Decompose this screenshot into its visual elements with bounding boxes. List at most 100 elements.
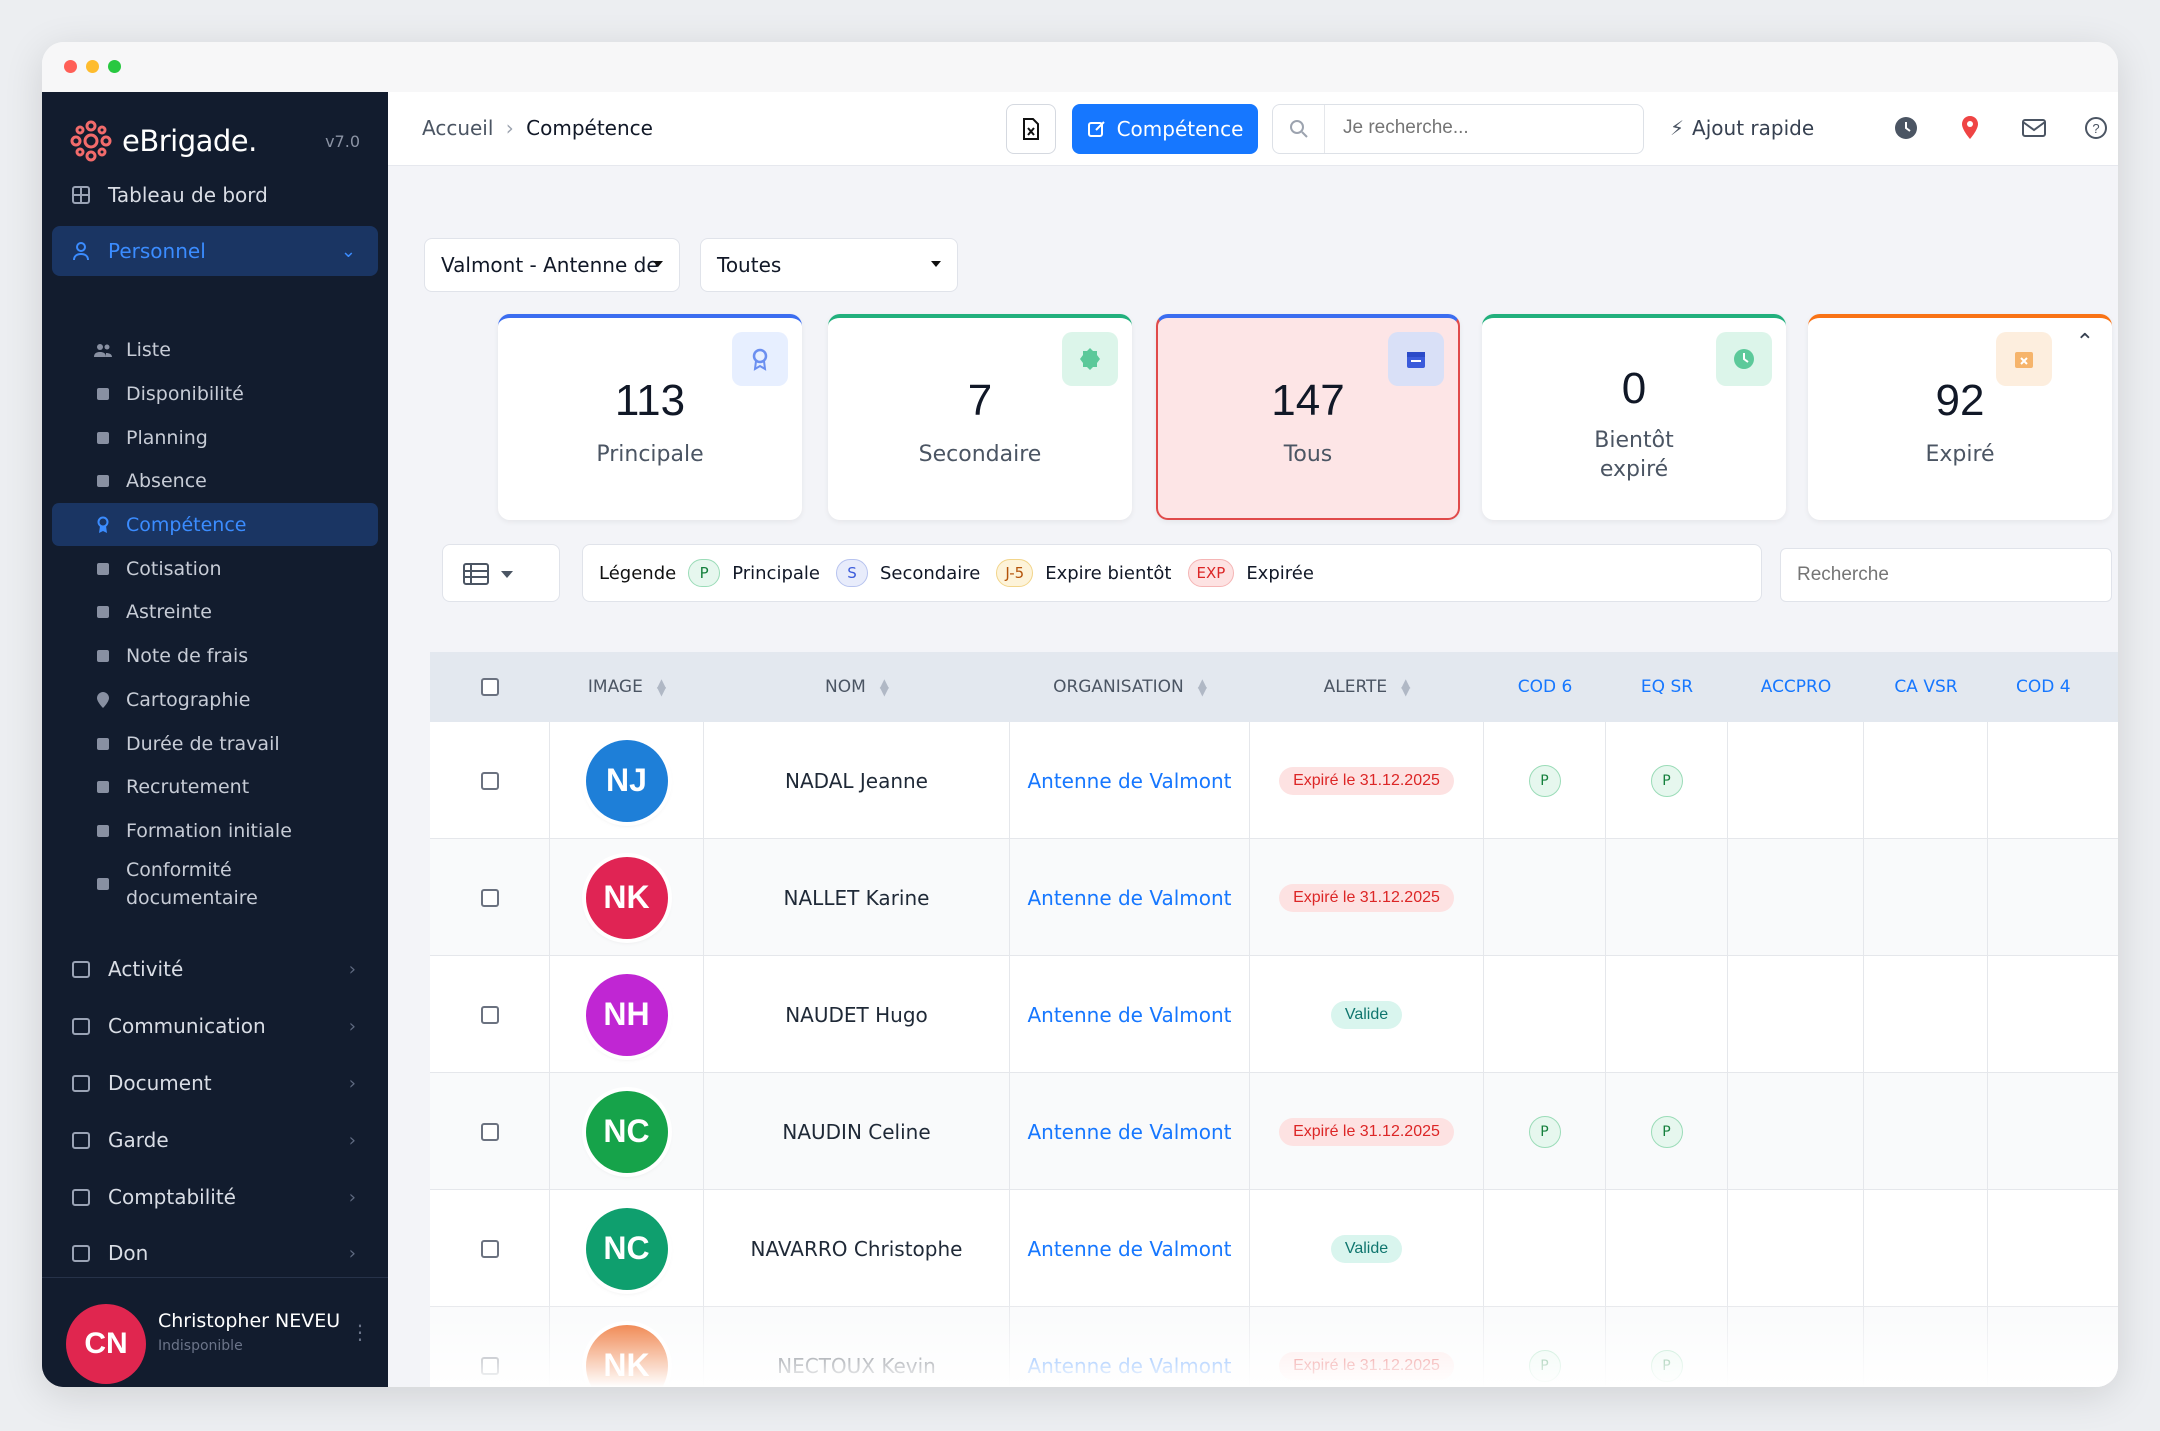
stat-card-expire[interactable]: ⌃ 92 Expiré	[1808, 314, 2112, 520]
person-name[interactable]: NAVARRO Christophe	[751, 1237, 963, 1261]
column-header-cavsr[interactable]: CA VSR	[1864, 652, 1988, 722]
table-row[interactable]: NJ NADAL Jeanne Antenne de Valmont Expiré l…	[430, 722, 2118, 839]
sidebar-subitem-durée-de-travail[interactable]: Durée de travail	[52, 722, 378, 765]
cod6-cell: P	[1484, 1073, 1606, 1190]
nav-communication[interactable]: Communication ›	[52, 1001, 378, 1051]
column-header-eqsr[interactable]: EQ SR	[1606, 652, 1728, 722]
user-profile[interactable]: CN Christopher NEVEU Indisponible ⋮	[42, 1277, 388, 1387]
organisation-select[interactable]: Valmont - Antenne de	[424, 238, 680, 292]
avatar[interactable]: NK	[585, 856, 668, 939]
sidebar-subitem-disponibilité[interactable]: Disponibilité	[52, 372, 378, 415]
stat-card-tous[interactable]: 147 Tous	[1156, 314, 1460, 520]
collapse-up-icon[interactable]: ⌃	[2076, 330, 2094, 355]
column-header-accpro[interactable]: ACCPRO	[1728, 652, 1864, 722]
organisation-link[interactable]: Antenne de Valmont	[1027, 886, 1231, 910]
mail-icon[interactable]	[2020, 114, 2048, 142]
eqsr-cell	[1606, 839, 1728, 956]
column-header-cod6[interactable]: COD 6	[1484, 652, 1606, 722]
sidebar-subitem-label: Compétence	[126, 513, 247, 536]
cod4-cell	[1988, 1190, 2118, 1307]
brand-logo[interactable]: eBrigade.	[70, 120, 257, 162]
view-toggle-button[interactable]	[442, 544, 560, 602]
more-vertical-icon[interactable]: ⋮	[350, 1320, 370, 1344]
stat-card-bientot-expire[interactable]: 0 Bientôt expiré	[1482, 314, 1786, 520]
table-search-input[interactable]	[1780, 548, 2112, 602]
row-checkbox[interactable]	[480, 1122, 499, 1141]
organisation-link[interactable]: Antenne de Valmont	[1027, 1003, 1231, 1027]
stat-label: Principale	[596, 442, 704, 467]
sidebar-subitem-cartographie[interactable]: Cartographie	[52, 678, 378, 721]
nav-activité[interactable]: Activité ›	[52, 944, 378, 994]
column-header-cod4[interactable]: COD 4	[1988, 652, 2118, 722]
help-icon[interactable]: ?	[2082, 114, 2110, 142]
principale-badge[interactable]: P	[1650, 764, 1683, 797]
row-checkbox[interactable]	[480, 888, 499, 907]
person-name[interactable]: NAUDET Hugo	[785, 1003, 928, 1027]
stat-card-principale[interactable]: 113 Principale	[498, 314, 802, 520]
close-window-button[interactable]	[64, 60, 77, 73]
row-checkbox[interactable]	[480, 771, 499, 790]
sidebar-subitem-astreinte[interactable]: Astreinte	[52, 590, 378, 633]
competence-button[interactable]: Compétence	[1072, 104, 1258, 154]
avatar[interactable]: NC	[585, 1207, 668, 1290]
table-row[interactable]: NK NALLET Karine Antenne de Valmont Expiré …	[430, 839, 2118, 956]
row-checkbox[interactable]	[480, 1005, 499, 1024]
person-name[interactable]: NALLET Karine	[784, 886, 930, 910]
sidebar-subitem-recrutement[interactable]: Recrutement	[52, 765, 378, 808]
nav-label: Comptabilité	[108, 1185, 236, 1209]
sidebar-subitem-absence[interactable]: Absence	[52, 459, 378, 502]
nav-tableau-de-bord[interactable]: Tableau de bord	[52, 170, 378, 220]
alert-badge: Expiré le 31.12.2025	[1279, 883, 1454, 912]
map-pin-icon[interactable]	[1956, 114, 1984, 142]
table-row[interactable]: NC NAUDIN Celine Antenne de Valmont Expiré …	[430, 1073, 2118, 1190]
stat-card-secondaire[interactable]: 7 Secondaire	[828, 314, 1132, 520]
organisation-link[interactable]: Antenne de Valmont	[1027, 769, 1231, 793]
nav-don[interactable]: Don ›	[52, 1228, 378, 1278]
column-header-image[interactable]: IMAGE ▲ ▼	[550, 652, 704, 722]
nav-comptabilité[interactable]: Comptabilité ›	[52, 1172, 378, 1222]
sidebar-subitem-cotisation[interactable]: Cotisation	[52, 547, 378, 590]
maximize-window-button[interactable]	[108, 60, 121, 73]
alert-badge: Valide	[1330, 1234, 1403, 1263]
top-bar: Accueil › Compétence Compétence ⚡ Ajout …	[388, 92, 2118, 166]
row-checkbox[interactable]	[480, 1239, 499, 1258]
sidebar-subitem-liste[interactable]: Liste	[52, 328, 378, 371]
select-all-checkbox[interactable]	[481, 678, 499, 696]
competence-table: IMAGE ▲ ▼ NOM ▲ ▼ ORGANISATION ▲ ▼ ALERTE ▲ ▼ CO…	[430, 652, 2118, 1387]
clock-icon[interactable]	[1892, 114, 1920, 142]
table-row[interactable]: NC NAVARRO Christophe Antenne de Valmont Va…	[430, 1190, 2118, 1307]
sidebar-subitem-compétence[interactable]: Compétence	[52, 503, 378, 546]
person-name[interactable]: NAUDIN Celine	[782, 1120, 930, 1144]
avatar[interactable]: NC	[585, 1090, 668, 1173]
global-search-input[interactable]	[1343, 117, 1623, 139]
nav-personnel[interactable]: Personnel ⌄	[52, 226, 378, 276]
organisation-cell: Antenne de Valmont	[1010, 1073, 1250, 1190]
export-excel-button[interactable]	[1006, 104, 1056, 154]
scope-select[interactable]: Toutes	[700, 238, 958, 292]
organisation-link[interactable]: Antenne de Valmont	[1027, 1237, 1231, 1261]
principale-badge[interactable]: P	[1650, 1115, 1683, 1148]
minimize-window-button[interactable]	[86, 60, 99, 73]
nav-document[interactable]: Document ›	[52, 1058, 378, 1108]
sidebar-subitem-note-de-frais[interactable]: Note de frais	[52, 634, 378, 677]
column-header-organisation[interactable]: ORGANISATION ▲ ▼	[1010, 652, 1250, 722]
sidebar-subitem-conformité-documentaire[interactable]: Conformité documentaire	[52, 853, 378, 915]
column-header-nom[interactable]: NOM ▲ ▼	[704, 652, 1010, 722]
nav-garde[interactable]: Garde ›	[52, 1115, 378, 1165]
column-header-alerte[interactable]: ALERTE ▲ ▼	[1250, 652, 1484, 722]
principale-badge[interactable]: P	[1528, 1115, 1561, 1148]
principale-badge[interactable]: P	[1528, 764, 1561, 797]
avatar[interactable]: NH	[585, 973, 668, 1056]
organisation-link[interactable]: Antenne de Valmont	[1027, 1120, 1231, 1144]
avatar[interactable]: NJ	[585, 739, 668, 822]
stat-value: 0	[1621, 364, 1647, 413]
image-cell: NC	[550, 1073, 704, 1190]
global-search[interactable]	[1272, 104, 1644, 154]
sidebar-subitem-formation-initiale[interactable]: Formation initiale	[52, 809, 378, 852]
sidebar-subitem-planning[interactable]: Planning	[52, 416, 378, 459]
breadcrumb-home[interactable]: Accueil	[422, 116, 493, 140]
row-select-cell	[430, 722, 550, 839]
person-name[interactable]: NADAL Jeanne	[785, 769, 928, 793]
quick-add-button[interactable]: ⚡ Ajout rapide	[1670, 116, 1814, 140]
table-row[interactable]: NH NAUDET Hugo Antenne de Valmont Valide	[430, 956, 2118, 1073]
